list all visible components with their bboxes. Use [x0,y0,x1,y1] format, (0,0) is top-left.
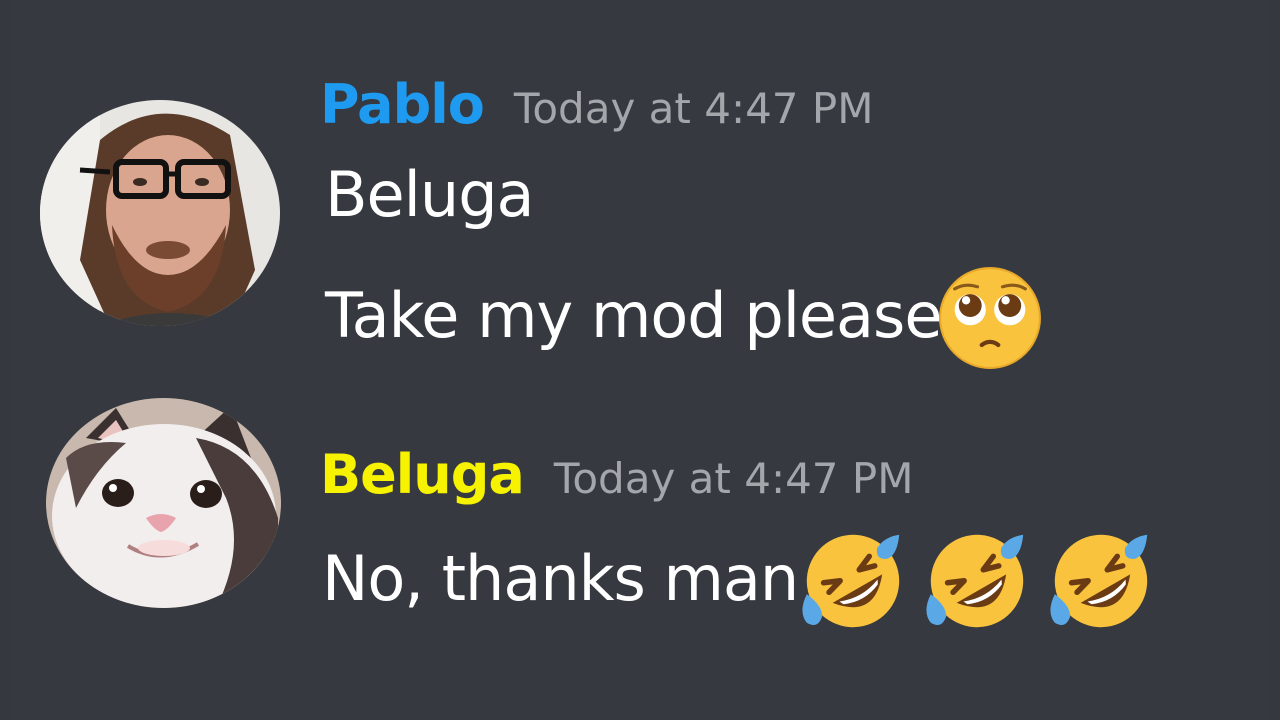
rofl-icon [798,525,908,637]
user-avatar-pablo[interactable] [40,100,280,326]
message-text: Beluga [325,158,535,231]
chat-message: Pablo Today at 4:47 PM Beluga Take my mod… [0,70,1280,370]
message-header: Beluga Today at 4:47 PM [320,440,913,510]
message-text: Take my mod please [325,279,943,353]
message-text-with-emoji: Take my mod please [325,267,1042,373]
message-header: Pablo Today at 4:47 PM [320,70,873,140]
chat-message: Beluga Today at 4:47 PM No, thanks man [0,395,1280,635]
timestamp: Today at 4:47 PM [513,84,874,133]
rofl-icon [1046,525,1156,637]
avatar-image [40,100,280,326]
user-avatar-beluga[interactable] [46,398,281,608]
message-text: No, thanks man [322,542,799,616]
rofl-icon [922,525,1032,637]
message-text-with-emoji: No, thanks man [322,527,1156,639]
timestamp: Today at 4:47 PM [553,454,914,503]
avatar-image [46,398,281,608]
username[interactable]: Pablo [320,70,485,140]
username[interactable]: Beluga [320,440,525,510]
pleading-face-icon [938,265,1042,371]
